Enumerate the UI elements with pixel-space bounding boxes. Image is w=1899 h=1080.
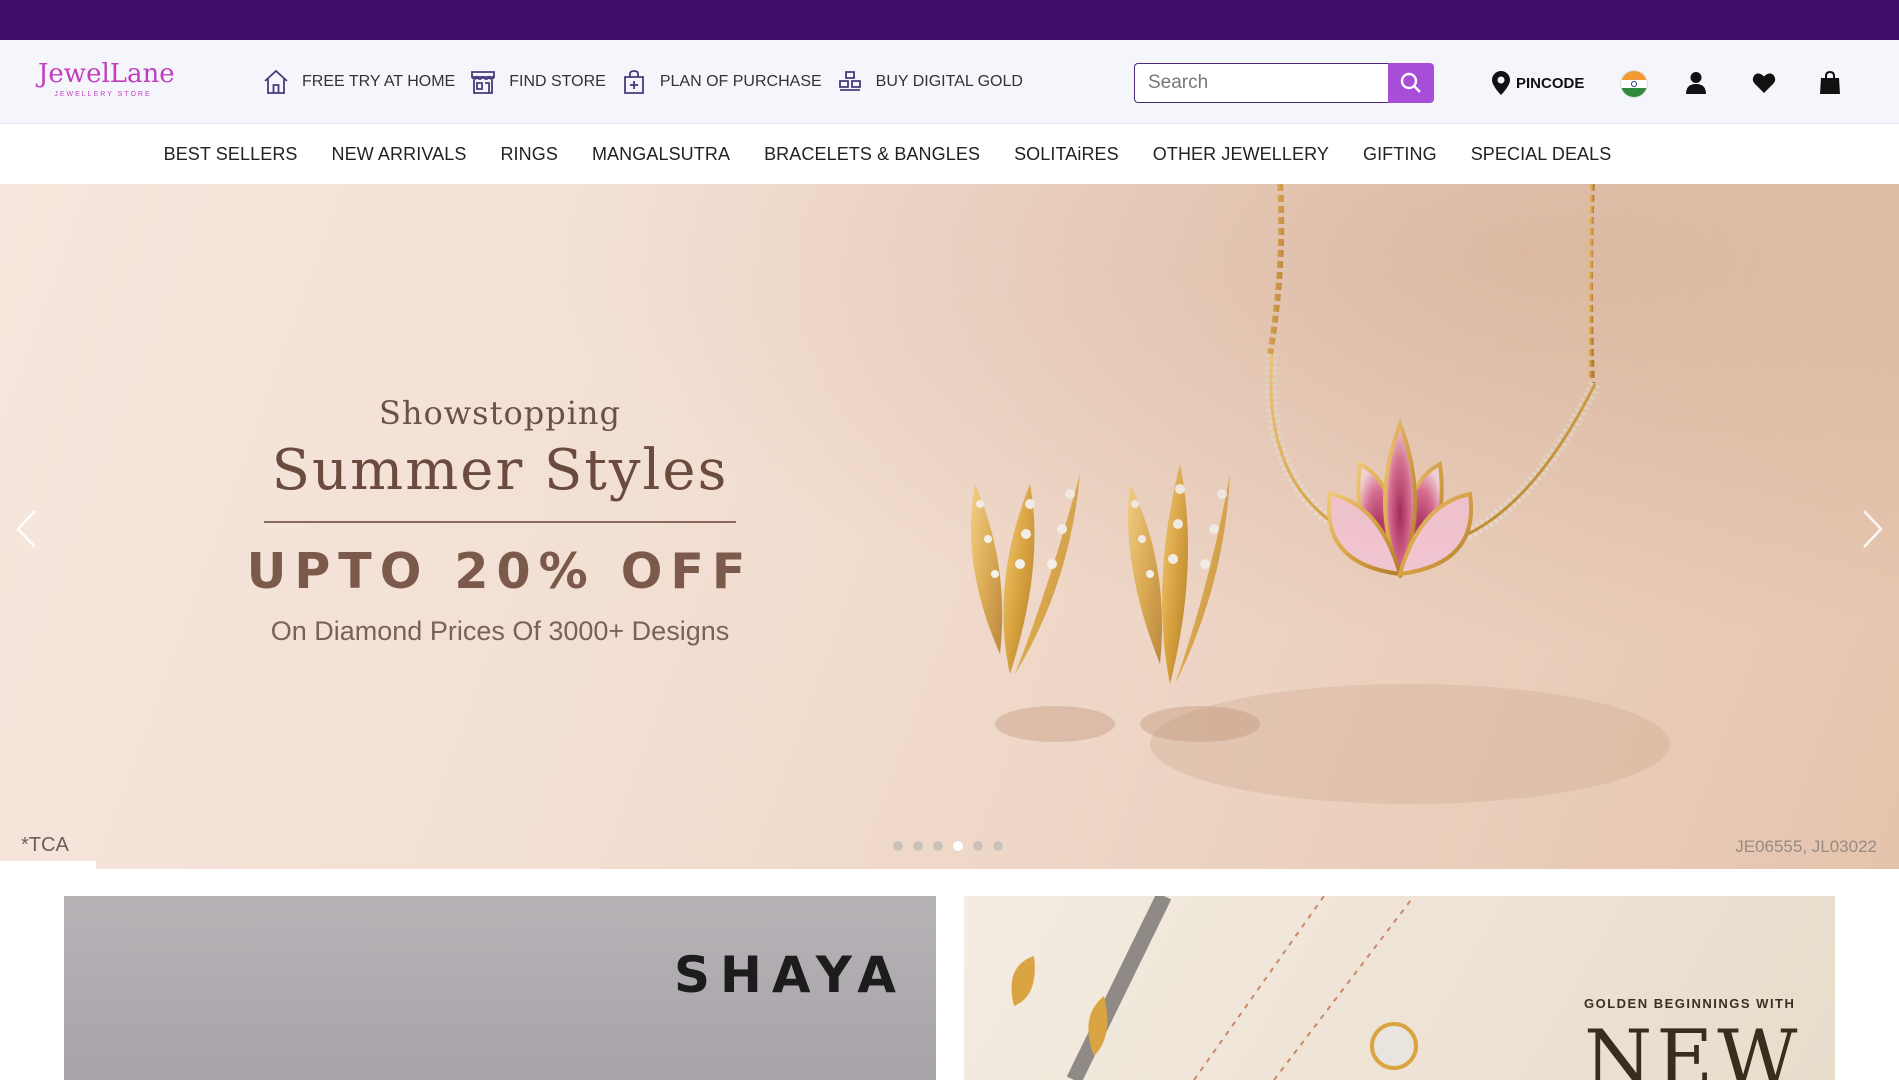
search-input[interactable]	[1134, 63, 1388, 103]
search-icon	[1400, 72, 1421, 93]
util-find-store-label: FIND STORE	[509, 73, 606, 90]
carousel-dots	[893, 841, 1013, 851]
carousel-next-button[interactable]	[1853, 504, 1893, 554]
hero-disclaimer-bar	[0, 861, 96, 869]
lotus-pendant	[1326, 418, 1474, 580]
account-icon	[1686, 72, 1706, 94]
carousel-dot-active[interactable]	[953, 841, 963, 851]
location-pin-icon	[1492, 71, 1510, 95]
nav-new-arrivals[interactable]: NEW ARRIVALS	[332, 144, 467, 165]
wishlist-heart-icon	[1752, 73, 1776, 93]
nav-mangalsutra[interactable]: MANGALSUTRA	[592, 144, 730, 165]
promo-shaya-brand: SHAYA	[674, 946, 906, 1004]
search-button[interactable]	[1388, 63, 1434, 103]
cart-button[interactable]	[1815, 68, 1845, 98]
util-buy-digital-gold[interactable]: BUY DIGITAL GOLD	[836, 68, 1023, 96]
home-icon	[264, 69, 288, 94]
carousel-dot[interactable]	[913, 841, 923, 851]
hero-jewellery-image	[970, 184, 1670, 804]
nav-best-sellers[interactable]: BEST SELLERS	[164, 144, 298, 165]
hero-kicker: Showstopping	[378, 394, 622, 432]
store-icon	[471, 71, 496, 94]
logo-wordmark: JewelLane	[38, 59, 175, 89]
shopping-bag-icon	[1820, 71, 1840, 94]
util-plan-label: PLAN OF PURCHASE	[659, 73, 822, 90]
util-plan-of-purchase[interactable]: PLAN OF PURCHASE	[620, 68, 822, 96]
logo-tagline: JEWELLERY STORE	[54, 91, 152, 98]
utility-nav: FREE TRY AT HOME FIND STORE PLAN OF PURC…	[262, 68, 1037, 96]
promo-banner-new[interactable]: GOLDEN BEGINNINGS WITH NEW	[964, 896, 1835, 1080]
pincode-label: PINCODE	[1516, 74, 1585, 92]
hero-subtitle: On Diamond Prices Of 3000+ Designs	[270, 616, 730, 646]
hero-divider	[264, 521, 736, 523]
nav-solitaires[interactable]: SOLITAiRES	[1014, 144, 1119, 165]
carousel-dot[interactable]	[933, 841, 943, 851]
wishlist-button[interactable]	[1749, 68, 1779, 98]
nav-other-jewellery[interactable]: OTHER JEWELLERY	[1153, 144, 1329, 165]
gold-bars-icon	[838, 71, 861, 91]
top-announcement-strip	[0, 0, 1899, 40]
carousel-dot[interactable]	[893, 841, 903, 851]
account-button[interactable]	[1681, 68, 1711, 98]
nav-rings[interactable]: RINGS	[500, 144, 558, 165]
chevron-right-icon	[1863, 510, 1883, 548]
promo-jewellery-image	[1011, 896, 1418, 1080]
earring-right	[1128, 464, 1230, 684]
pincode-selector[interactable]: PINCODE	[1492, 70, 1584, 96]
hero-carousel[interactable]: Showstopping Summer Styles UPTO 20% OFF …	[0, 184, 1899, 869]
earring-left	[970, 474, 1080, 674]
hero-copy: Showstopping Summer Styles UPTO 20% OFF …	[230, 394, 770, 647]
hero-title: Summer Styles	[271, 438, 729, 503]
india-flag-icon[interactable]	[1620, 70, 1648, 98]
nav-bracelets-bangles[interactable]: BRACELETS & BANGLES	[764, 144, 980, 165]
util-free-try-label: FREE TRY AT HOME	[302, 73, 456, 90]
util-free-try-at-home[interactable]: FREE TRY AT HOME	[262, 68, 455, 96]
promo-new-headline: NEW	[1584, 1014, 1802, 1080]
logo[interactable]: JewelLane JEWELLERY STORE	[38, 59, 175, 106]
nav-special-deals[interactable]: SPECIAL DEALS	[1471, 144, 1612, 165]
promo-banner-shaya[interactable]: SHAYA	[64, 896, 936, 1080]
chevron-left-icon	[16, 510, 36, 548]
plan-bag-icon	[623, 70, 644, 94]
hero-offer: UPTO 20% OFF	[246, 543, 754, 600]
util-find-store[interactable]: FIND STORE	[469, 68, 606, 96]
util-digital-gold-label: BUY DIGITAL GOLD	[875, 73, 1023, 90]
search-bar	[1134, 63, 1434, 103]
carousel-prev-button[interactable]	[6, 504, 46, 554]
hero-sku-codes: JE06555, JL03022	[1735, 837, 1877, 856]
category-nav: BEST SELLERS NEW ARRIVALS RINGS MANGALSU…	[0, 125, 1899, 184]
promo-new-kicker: GOLDEN BEGINNINGS WITH	[1584, 996, 1796, 1011]
site-header: JewelLane JEWELLERY STORE FREE TRY AT HO…	[0, 40, 1899, 124]
nav-gifting[interactable]: GIFTING	[1363, 144, 1437, 165]
carousel-dot[interactable]	[993, 841, 1003, 851]
carousel-dot[interactable]	[973, 841, 983, 851]
hero-disclaimer: *TCA	[21, 834, 69, 856]
